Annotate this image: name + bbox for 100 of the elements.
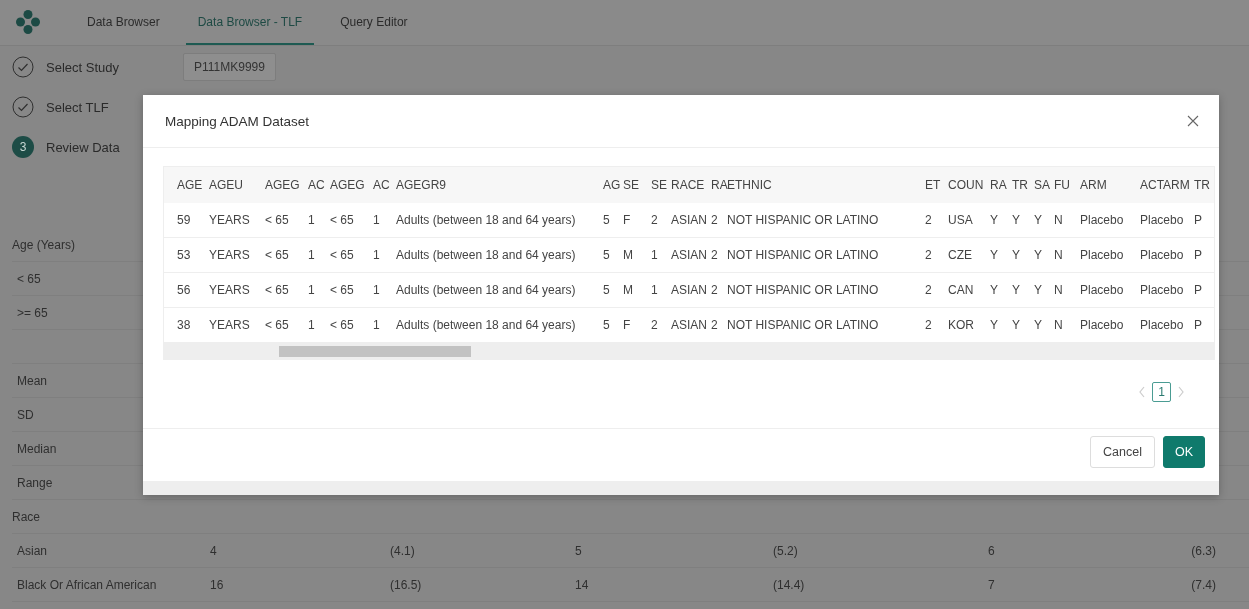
table-cell-text: P <box>1194 248 1203 262</box>
column-header[interactable]: TR <box>1194 178 1214 192</box>
table-cell-text: ASIAN <box>671 283 708 297</box>
dialog-title: Mapping ADAM Dataset <box>165 113 310 129</box>
table-cell-text: < 65 <box>265 318 290 332</box>
table-cell-text: < 65 <box>330 283 355 297</box>
table-cell-text: 2 <box>925 283 933 297</box>
table-cell-text: Placebo <box>1080 318 1125 332</box>
table-cell-text: Placebo <box>1080 213 1125 227</box>
table-cell: 7 <box>988 577 995 592</box>
table-cell-text: 1 <box>373 283 381 297</box>
table-cell-text: Adults (between 18 and 64 years) <box>396 248 577 262</box>
table-cell-text: 2 <box>925 213 933 227</box>
chevron-left-icon[interactable] <box>1138 386 1147 398</box>
column-header[interactable]: AGE <box>177 178 209 192</box>
table-cell-text: N <box>1054 248 1064 262</box>
table-cell: (16.5) <box>390 577 422 592</box>
column-header[interactable]: TR <box>1012 178 1034 192</box>
table-cell: 5 <box>575 543 582 558</box>
table-cell-text: N <box>1054 318 1064 332</box>
table-cell-text: ASIAN <box>671 248 708 262</box>
table-cell-text: YEARS <box>209 283 251 297</box>
column-header[interactable]: ETHNIC <box>727 178 925 192</box>
column-header[interactable]: ET <box>925 178 948 192</box>
nav-tab[interactable]: Data Browser <box>75 0 172 45</box>
table-cell-text: NOT HISPANIC OR LATINO <box>727 283 880 297</box>
study-field[interactable]: P111MK9999 <box>183 53 276 81</box>
column-header[interactable]: AG <box>603 178 623 192</box>
column-header[interactable]: FU <box>1054 178 1080 192</box>
table-cell-text: 38 <box>177 318 192 332</box>
table-cell-text: USA <box>948 213 974 227</box>
nav-tab[interactable]: Query Editor <box>328 0 420 45</box>
step-label[interactable]: Select Study <box>46 59 171 75</box>
cancel-button[interactable]: Cancel <box>1090 436 1155 468</box>
table-cell-text: NOT HISPANIC OR LATINO <box>727 318 880 332</box>
row-label: Range <box>16 475 53 490</box>
table-cell-text: Y <box>990 283 999 297</box>
row-label: Mean <box>16 373 48 388</box>
column-header[interactable]: AGEGR9 <box>396 178 603 192</box>
row-label: Asian <box>16 543 48 558</box>
table-cell-text: 2 <box>711 213 719 227</box>
page-button[interactable]: 1 <box>1152 382 1171 402</box>
close-icon[interactable] <box>1187 115 1199 127</box>
table-cell-text: P <box>1194 283 1203 297</box>
table-cell-text: 56 <box>177 283 192 297</box>
table-cell-text: ASIAN <box>671 318 708 332</box>
chevron-right-icon[interactable] <box>1177 386 1185 398</box>
column-header[interactable]: RA <box>711 178 727 192</box>
table-cell-text: CZE <box>948 248 973 262</box>
column-header[interactable]: AC <box>373 178 396 192</box>
table-cell-text: 1 <box>651 248 659 262</box>
table-cell-text: 2 <box>711 283 719 297</box>
table-cell-text: 1 <box>308 318 316 332</box>
table-cell-text: Adults (between 18 and 64 years) <box>396 283 577 297</box>
column-header[interactable]: SE <box>623 178 651 192</box>
horizontal-scrollbar[interactable] <box>143 481 1219 495</box>
table-cell-text: P <box>1194 318 1203 332</box>
table-cell-text: NOT HISPANIC OR LATINO <box>727 248 880 262</box>
table-cell-text: < 65 <box>265 213 290 227</box>
table-cell-text: N <box>1054 283 1064 297</box>
row-label: < 65 <box>16 271 41 286</box>
table-cell-text: 1 <box>651 283 659 297</box>
column-header[interactable]: RACE <box>671 178 711 192</box>
column-header[interactable]: COUN <box>948 178 990 192</box>
table-cell-text: 59 <box>177 213 192 227</box>
table-cell-text: 5 <box>603 213 611 227</box>
table-cell-text: YEARS <box>209 213 251 227</box>
table-cell-text: Y <box>1012 283 1021 297</box>
table-cell-text: (7.4) <box>1191 577 1217 592</box>
table-cell: 4 <box>210 543 217 558</box>
horizontal-scrollbar[interactable] <box>164 343 1214 359</box>
column-header[interactable]: AGEG <box>330 178 373 192</box>
table-cell-text: NOT HISPANIC OR LATINO <box>727 213 880 227</box>
table-cell-text: (6.3) <box>1191 543 1217 558</box>
column-header[interactable]: ARM <box>1080 178 1140 192</box>
table-cell-text: 5 <box>603 283 611 297</box>
column-header[interactable]: AGEU <box>209 178 265 192</box>
table-cell-text: KOR <box>948 318 975 332</box>
table-cell-text: Placebo <box>1140 213 1185 227</box>
logo-icon[interactable] <box>16 10 40 34</box>
column-header[interactable]: ACTARM <box>1140 178 1194 192</box>
ok-button[interactable]: OK <box>1162 436 1205 468</box>
column-header[interactable]: SE <box>651 178 671 192</box>
column-header[interactable]: RA <box>990 178 1012 192</box>
table-cell-text: < 65 <box>265 248 290 262</box>
table-cell-text: 1 <box>308 283 316 297</box>
table-cell-text: 2 <box>711 248 719 262</box>
table-cell-text: CAN <box>948 283 975 297</box>
group-label: Race <box>12 509 40 524</box>
table-cell-text: 2 <box>711 318 719 332</box>
table-cell-text: Y <box>990 213 999 227</box>
column-header[interactable]: AGEG <box>265 178 308 192</box>
table-cell-text: 1 <box>373 213 381 227</box>
column-header[interactable]: AC <box>308 178 330 192</box>
table-cell-text: P <box>1194 213 1203 227</box>
table-cell-text: Y <box>990 318 999 332</box>
table-cell-text: F <box>623 213 632 227</box>
table-cell-text: Y <box>1034 248 1043 262</box>
column-header[interactable]: SA <box>1034 178 1054 192</box>
table-cell: 16 <box>210 577 224 592</box>
